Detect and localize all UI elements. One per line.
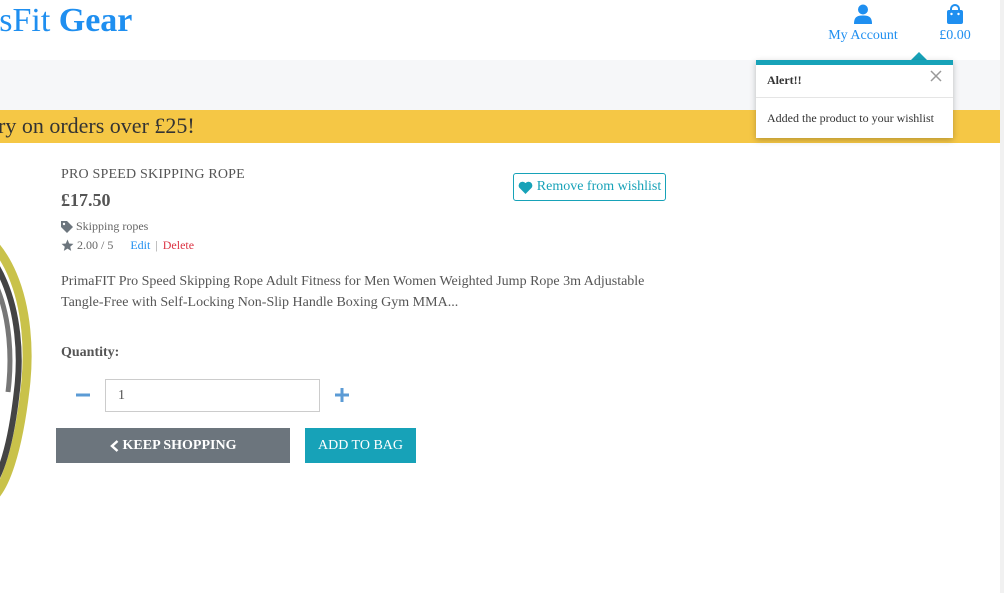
shopping-bag-link[interactable]: £0.00 — [934, 4, 976, 44]
plus-icon — [335, 388, 349, 402]
product-description: PrimaFIT Pro Speed Skipping Rope Adult F… — [61, 274, 645, 310]
bag-total: £0.00 — [939, 28, 971, 43]
my-account-label: My Account — [828, 28, 898, 43]
keep-shopping-button[interactable]: KEEP SHOPPING — [56, 428, 290, 463]
chevron-left-icon — [109, 439, 118, 452]
delivery-banner-text: ry on orders over £25! — [0, 113, 195, 138]
remove-from-wishlist-button[interactable]: Remove from wishlist — [513, 173, 666, 201]
user-icon — [854, 4, 872, 24]
tag-icon — [61, 220, 73, 233]
product-price: £17.50 — [61, 190, 111, 210]
keep-shopping-label: KEEP SHOPPING — [122, 437, 237, 453]
action-separator: | — [155, 238, 158, 252]
quantity-label: Quantity: — [61, 345, 120, 360]
edit-product-link[interactable]: Edit — [130, 238, 150, 253]
product-category-label: Skipping ropes — [76, 219, 149, 233]
toast-title: Alert!! — [767, 73, 802, 87]
toast-divider — [756, 97, 953, 98]
decrement-quantity-button[interactable] — [72, 384, 94, 406]
toast-message: Added the product to your wishlist — [767, 111, 934, 125]
product-image — [0, 245, 32, 497]
wishlist-button-label: Remove from wishlist — [536, 179, 662, 194]
add-to-bag-button[interactable]: ADD TO BAG — [305, 428, 416, 463]
wishlist-alert-toast: Alert!! Added the product to your wishli… — [756, 60, 953, 138]
brand-logo[interactable]: ssFit Gear — [0, 2, 132, 40]
toast-arrow — [911, 52, 927, 60]
rating-value: 2.00 / 5 — [77, 238, 114, 252]
brand-name-part2: Gear — [58, 2, 133, 39]
product-name: PRO SPEED SKIPPING ROPE — [61, 167, 245, 182]
quantity-input[interactable] — [105, 379, 320, 412]
delete-product-link[interactable]: Delete — [163, 238, 194, 253]
star-icon — [61, 239, 74, 251]
heart-icon — [518, 181, 533, 194]
scrollbar[interactable] — [1000, 0, 1004, 593]
my-account-link[interactable]: My Account — [824, 4, 902, 44]
product-category[interactable]: Skipping ropes — [61, 219, 148, 234]
increment-quantity-button[interactable] — [331, 384, 353, 406]
minus-icon — [76, 393, 90, 397]
product-detail-page: ssFit Gear My Account £0.00 ry on orders… — [0, 0, 1004, 593]
shopping-bag-icon — [947, 4, 963, 24]
add-to-bag-label: ADD TO BAG — [317, 437, 404, 453]
product-rating: 2.00 / 5 Edit | Delete — [61, 238, 194, 253]
brand-name-part1: ssFit — [0, 2, 51, 39]
close-icon[interactable] — [929, 69, 943, 83]
